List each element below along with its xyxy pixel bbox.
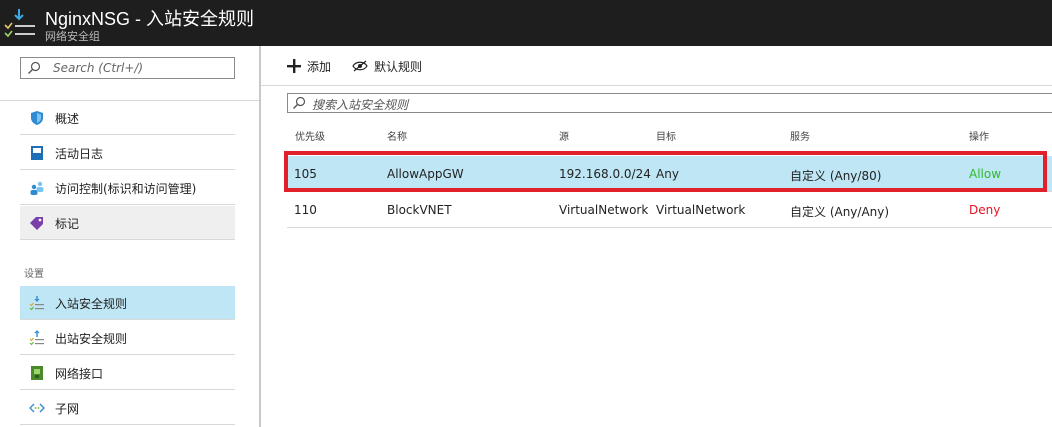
sidebar-item-label: 访问控制(标识和访问管理) xyxy=(55,182,197,196)
sidebar-item-subnets[interactable]: 子网 xyxy=(20,391,235,425)
sidebar-item-label: 活动日志 xyxy=(55,147,104,161)
column-header-priority[interactable]: 优先级 xyxy=(295,128,325,143)
eye-hidden-icon xyxy=(352,60,368,72)
rules-blade-content: 添加 默认规则 搜索入站安全规则 优先级 名称 源 目标 服务 操作 105 A… xyxy=(261,46,1052,427)
sidebar-item-label: 网络接口 xyxy=(55,367,104,381)
inbound-rules-icon xyxy=(29,296,44,311)
inbound-rules-logo-icon xyxy=(4,9,35,38)
log-icon xyxy=(31,146,43,160)
outbound-rules-icon xyxy=(29,330,44,346)
column-header-action[interactable]: 操作 xyxy=(969,128,989,143)
menu-search-placeholder: Search (Ctrl+/) xyxy=(53,61,144,75)
sidebar-item-label: 概述 xyxy=(55,112,80,126)
sidebar-item-activity-log[interactable]: 活动日志 xyxy=(20,136,235,170)
cell-service: 自定义 (Any/Any) xyxy=(790,205,890,219)
sidebar-item-label: 子网 xyxy=(55,402,80,416)
people-icon xyxy=(30,181,44,195)
network-interface-icon xyxy=(31,366,43,380)
sidebar-item-outbound-rules[interactable]: 出站安全规则 xyxy=(20,321,235,355)
cell-name: BlockVNET xyxy=(387,203,452,217)
sidebar-item-overview[interactable]: 概述 xyxy=(20,101,235,135)
add-button-label: 添加 xyxy=(307,59,332,74)
blade-header: NginxNSG - 入站安全规则 网络安全组 xyxy=(0,0,1052,46)
cell-priority: 110 xyxy=(294,203,317,217)
divider xyxy=(261,85,1052,86)
cell-source: VirtualNetwork xyxy=(559,203,649,217)
cell-action: Deny xyxy=(969,203,1001,217)
sidebar-item-label: 标记 xyxy=(55,217,80,231)
default-rules-button-label: 默认规则 xyxy=(374,59,423,74)
cell-destination: VirtualNetwork xyxy=(656,203,746,217)
sidebar-item-tags[interactable]: 标记 xyxy=(20,206,235,240)
search-icon xyxy=(28,61,41,74)
plus-icon xyxy=(287,59,301,73)
resource-menu: Search (Ctrl+/) 概述 活动日志 访问控制(标识和访问管理) 标记 xyxy=(0,46,261,427)
search-icon xyxy=(293,96,306,109)
sidebar-item-label: 入站安全规则 xyxy=(55,297,128,311)
add-button[interactable]: 添加 xyxy=(287,56,331,76)
highlight-annotation-box xyxy=(284,151,1047,192)
menu-search-input[interactable]: Search (Ctrl+/) xyxy=(20,57,235,79)
column-header-name[interactable]: 名称 xyxy=(387,128,407,143)
table-row[interactable]: 110 BlockVNET VirtualNetwork VirtualNetw… xyxy=(287,192,1052,228)
section-heading-settings: 设置 xyxy=(24,269,44,280)
rules-filter-placeholder: 搜索入站安全规则 xyxy=(312,98,409,112)
subnet-icon xyxy=(29,403,45,413)
rules-filter-input[interactable]: 搜索入站安全规则 xyxy=(287,93,1052,113)
column-header-service[interactable]: 服务 xyxy=(790,128,810,143)
sidebar-item-inbound-rules[interactable]: 入站安全规则 xyxy=(20,286,235,320)
default-rules-button[interactable]: 默认规则 xyxy=(352,56,422,76)
tag-icon xyxy=(30,217,43,230)
sidebar-item-network-interfaces[interactable]: 网络接口 xyxy=(20,356,235,390)
sidebar-item-access-control[interactable]: 访问控制(标识和访问管理) xyxy=(20,171,235,205)
shield-icon xyxy=(31,111,43,125)
sidebar-item-label: 出站安全规则 xyxy=(55,332,128,346)
page-subtitle: 网络安全组 xyxy=(45,30,100,43)
column-header-source[interactable]: 源 xyxy=(559,128,569,143)
column-header-destination[interactable]: 目标 xyxy=(656,128,676,143)
